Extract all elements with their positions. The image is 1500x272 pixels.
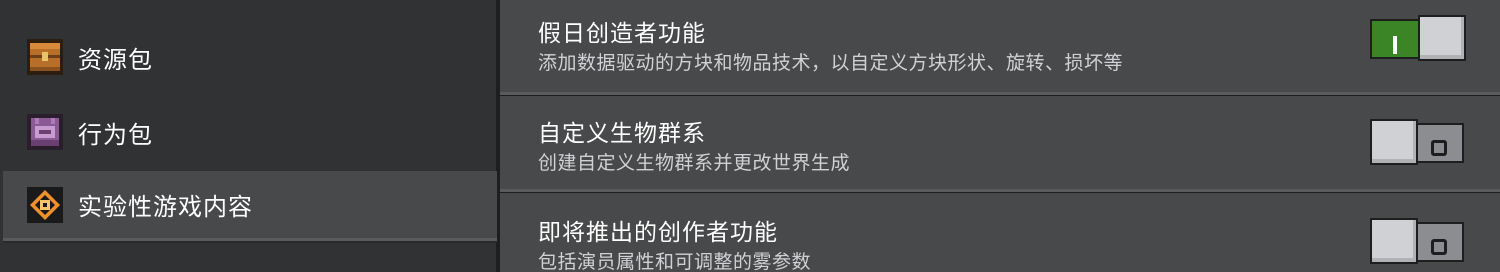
sidebar-item-experimental-gameplay[interactable]: 实验性游戏内容	[3, 171, 497, 241]
resource-pack-icon	[27, 39, 63, 75]
holiday-creator-features-toggle[interactable]	[1370, 15, 1466, 61]
setting-row-upcoming-creator-features: 即将推出的创作者功能 包括演员属性和可调整的雾参数	[500, 193, 1500, 272]
toggle-knob	[1370, 119, 1418, 165]
sidebar-item-label: 实验性游戏内容	[78, 193, 253, 221]
sidebar: 资源包 行为包 实验性游戏内容	[0, 0, 498, 272]
toggle-knob	[1418, 15, 1466, 61]
sidebar-divider	[3, 241, 497, 243]
setting-row-holiday-creator-features: 假日创造者功能 添加数据驱动的方块和物品技术，以自定义方块形状、旋转、损坏等	[500, 0, 1500, 95]
behavior-pack-icon	[27, 114, 63, 150]
toggle-off-mark-icon	[1431, 239, 1447, 255]
sidebar-item-label: 资源包	[78, 45, 153, 74]
toggle-on-mark-icon	[1393, 36, 1397, 54]
upcoming-creator-features-toggle[interactable]	[1370, 218, 1466, 264]
toggle-knob	[1370, 218, 1418, 264]
setting-title: 自定义生物群系	[538, 121, 706, 147]
setting-row-custom-biomes: 自定义生物群系 创建自定义生物群系并更改世界生成	[500, 96, 1500, 192]
setting-description: 包括演员属性和可调整的雾参数	[538, 251, 812, 272]
sidebar-item-resource-packs[interactable]: 资源包	[3, 22, 497, 92]
setting-description: 添加数据驱动的方块和物品技术，以自定义方块形状、旋转、损坏等	[538, 52, 1124, 74]
settings-panel: 假日创造者功能 添加数据驱动的方块和物品技术，以自定义方块形状、旋转、损坏等 自…	[500, 0, 1500, 272]
setting-title: 假日创造者功能	[538, 21, 706, 47]
experimental-gameplay-icon	[27, 186, 63, 223]
setting-title: 即将推出的创作者功能	[538, 220, 778, 246]
setting-description: 创建自定义生物群系并更改世界生成	[538, 152, 851, 174]
toggle-off-mark-icon	[1431, 140, 1447, 156]
custom-biomes-toggle[interactable]	[1370, 119, 1466, 165]
sidebar-item-behavior-packs[interactable]: 行为包	[3, 97, 497, 167]
sidebar-item-label: 行为包	[78, 120, 153, 149]
settings-screen: 资源包 行为包 实验性游戏内容 假日创造者功能 添加数据驱动的方块和物品技术，以…	[0, 0, 1500, 272]
